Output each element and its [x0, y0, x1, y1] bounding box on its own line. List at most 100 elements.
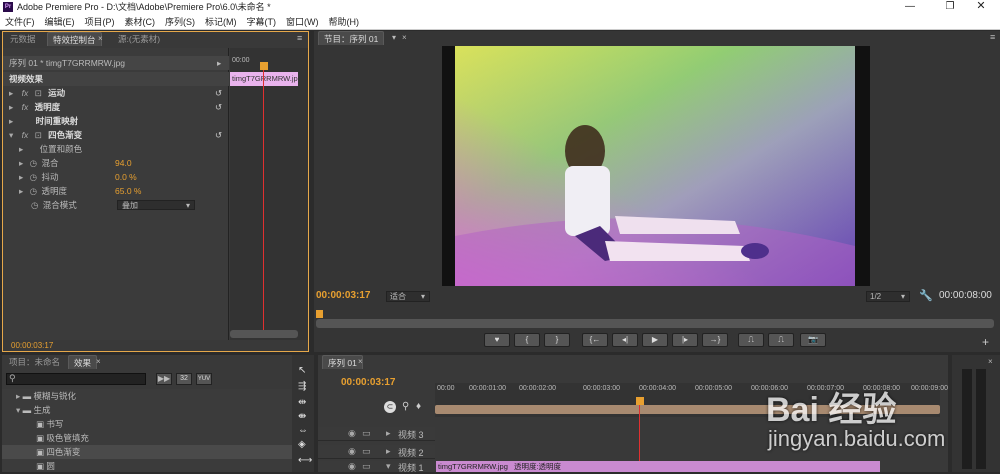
expand-icon[interactable]: ▸ — [386, 428, 391, 439]
tree-item[interactable]: ▸ ▬ 模糊与锐化 — [2, 389, 302, 403]
tab-project[interactable]: 项目：未命名 — [4, 355, 65, 369]
eye-icon[interactable]: ◉ — [348, 428, 356, 439]
close-icon[interactable]: × — [358, 357, 363, 366]
expand-icon[interactable]: ▸ — [19, 186, 23, 196]
eye-icon[interactable]: ◉ — [348, 446, 356, 457]
yuv-effects-badge[interactable]: YUV — [196, 373, 212, 385]
tab-program[interactable]: 节目：序列 01 — [318, 31, 385, 45]
mark-out-button[interactable]: } — [544, 333, 570, 347]
tab-source[interactable]: 源:(无素材) — [113, 32, 165, 46]
expand-icon[interactable]: ▸ — [9, 88, 13, 98]
menu-title[interactable]: 字幕(T) — [242, 14, 282, 30]
track-select-tool-icon[interactable]: ⇶ — [298, 381, 306, 392]
selection-tool-icon[interactable]: ↖ — [298, 365, 306, 376]
step-back-button[interactable]: ◂| — [612, 333, 638, 347]
param-row-blend[interactable]: ▸ ◷ 混合 94.0 — [3, 156, 229, 170]
tree-item[interactable]: ▣ 圆 — [2, 459, 302, 473]
stopwatch-icon[interactable]: ◷ — [30, 186, 37, 196]
expand-icon[interactable]: ▸ — [386, 446, 391, 457]
add-icon[interactable]: + — [982, 335, 989, 349]
extract-button[interactable]: ⎍ — [768, 333, 794, 347]
razor-tool-icon[interactable]: ◈ — [298, 439, 306, 450]
maximize-icon[interactable]: ❐ — [935, 0, 965, 13]
tree-item[interactable]: ▾ ▬ 生成 — [2, 403, 302, 417]
play-icon[interactable]: ▸ — [217, 56, 221, 70]
reset-icon[interactable]: ↺ — [215, 100, 222, 114]
menu-help[interactable]: 帮助(H) — [324, 14, 365, 30]
accelerated-effects-icon[interactable]: ▶▶ — [156, 373, 172, 385]
expand-icon[interactable]: ▸ — [19, 158, 23, 168]
export-frame-button[interactable]: 📷 — [800, 333, 826, 347]
search-input[interactable]: ⚲ — [6, 373, 146, 385]
play-button[interactable]: ▶ — [642, 333, 668, 347]
menu-file[interactable]: 文件(F) — [0, 14, 40, 30]
tab-effect-controls[interactable]: 特效控制台 — [47, 32, 102, 46]
expand-icon[interactable]: ▸ — [9, 116, 13, 126]
clip-bar[interactable]: timgT7GRRMRW.jpg — [230, 72, 298, 86]
reset-icon[interactable]: ↺ — [215, 86, 222, 100]
collapse-icon[interactable]: ▾ — [16, 405, 20, 415]
close-icon[interactable]: × — [402, 33, 407, 42]
param-row-position-color[interactable]: ▸ 位置和颜色 — [3, 142, 229, 156]
minimize-icon[interactable]: — — [895, 0, 925, 13]
playhead-marker-icon[interactable] — [316, 310, 323, 318]
expand-icon[interactable]: ▸ — [19, 172, 23, 182]
ripple-tool-icon[interactable]: ⇹ — [298, 397, 306, 408]
close-icon[interactable]: × — [98, 34, 103, 43]
tab-sequence[interactable]: 序列 01 — [322, 355, 363, 369]
blend-mode-dropdown[interactable]: 叠加 ▾ — [117, 200, 195, 210]
slip-tool-icon[interactable]: ⟷ — [298, 455, 312, 466]
stopwatch-icon[interactable]: ◷ — [30, 172, 37, 182]
rate-stretch-tool-icon[interactable]: ⇔ — [298, 425, 308, 436]
param-row-jitter[interactable]: ▸ ◷ 抖动 0.0 % — [3, 170, 229, 184]
expand-icon[interactable]: ▸ — [19, 144, 23, 154]
param-value[interactable]: 65.0 % — [115, 184, 141, 198]
panel-menu-icon[interactable]: ≡ — [297, 33, 302, 43]
param-row-opacity[interactable]: ▸ ◷ 透明度 65.0 % — [3, 184, 229, 198]
param-value[interactable]: 0.0 % — [115, 170, 137, 184]
panel-menu-icon[interactable]: ≡ — [990, 32, 995, 42]
expand-icon[interactable]: ▸ — [9, 102, 13, 112]
program-timecode-current[interactable]: 00:00:03:17 — [316, 290, 370, 301]
collapse-icon[interactable]: ▾ — [9, 130, 13, 140]
fit-dropdown[interactable]: 适合 ▾ — [386, 291, 430, 302]
tree-item[interactable]: ▣ 书写 — [2, 417, 302, 431]
effect-row-time-remap[interactable]: ▸ 时间重映射 — [3, 114, 229, 128]
eye-icon[interactable]: ◉ — [348, 461, 356, 472]
32bit-effects-badge[interactable]: 32 — [176, 373, 192, 385]
collapse-icon[interactable]: ▾ — [386, 461, 391, 472]
effect-row-four-color-gradient[interactable]: ▾ fx ⊡ 四色渐变 ↺ — [3, 128, 229, 142]
timeline-timecode[interactable]: 00:00:03:17 — [341, 377, 395, 388]
wrench-icon[interactable]: 🔧 — [919, 289, 933, 302]
playhead-marker-icon[interactable] — [636, 397, 644, 405]
monitor-time-ruler[interactable] — [316, 319, 994, 328]
step-forward-button[interactable]: |▸ — [672, 333, 698, 347]
param-row-blend-mode[interactable]: ◷ 混合模式 叠加 ▾ — [3, 198, 229, 212]
lift-button[interactable]: ⎍ — [738, 333, 764, 347]
resolution-dropdown[interactable]: 1/2 ▾ — [866, 291, 910, 302]
stopwatch-icon[interactable]: ◷ — [31, 200, 38, 210]
menu-edit[interactable]: 编辑(E) — [40, 14, 80, 30]
rolling-tool-icon[interactable]: ⇼ — [298, 411, 306, 422]
add-marker-button[interactable]: ♥ — [484, 333, 510, 347]
close-icon[interactable]: ✕ — [966, 0, 996, 13]
film-icon[interactable]: ▭ — [362, 446, 371, 457]
go-to-in-button[interactable]: {← — [582, 333, 608, 347]
menu-project[interactable]: 项目(P) — [80, 14, 120, 30]
close-icon[interactable]: × — [96, 357, 101, 366]
menu-window[interactable]: 窗口(W) — [281, 14, 324, 30]
mini-scrollbar[interactable] — [230, 330, 298, 338]
tree-item[interactable]: ▣ 吸色管填充 — [2, 431, 302, 445]
effect-timecode[interactable]: 00:00:03:17 — [11, 341, 53, 350]
film-icon[interactable]: ▭ — [362, 461, 371, 472]
reset-icon[interactable]: ↺ — [215, 128, 222, 142]
keyframe-icon[interactable]: ♦ — [416, 401, 421, 412]
menu-sequence[interactable]: 序列(S) — [160, 14, 200, 30]
chevron-down-icon[interactable]: ▾ — [392, 33, 396, 42]
tab-metadata[interactable]: 元数据 — [5, 32, 41, 46]
go-to-out-button[interactable]: →} — [702, 333, 728, 347]
expand-icon[interactable]: ▸ — [16, 391, 20, 401]
stopwatch-icon[interactable]: ◷ — [30, 158, 37, 168]
playhead-marker-icon[interactable] — [260, 62, 268, 70]
menu-clip[interactable]: 素材(C) — [120, 14, 161, 30]
